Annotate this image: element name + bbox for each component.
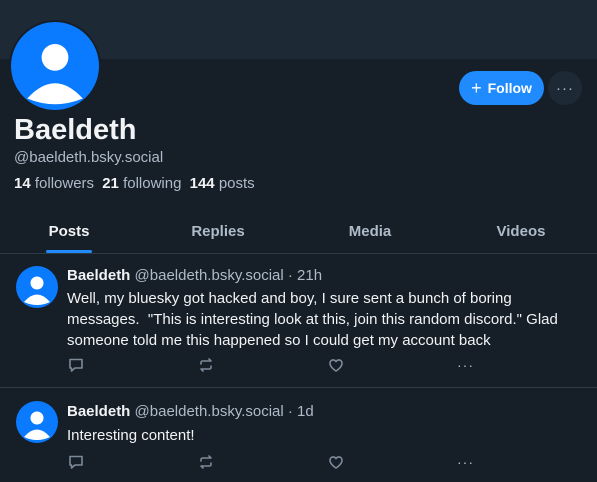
tab-replies[interactable]: Replies bbox=[168, 210, 268, 253]
following-count: 21 bbox=[102, 175, 119, 192]
following-label: following bbox=[123, 175, 182, 192]
post-more-icon[interactable]: ··· bbox=[457, 356, 475, 374]
plus-icon: + bbox=[471, 78, 482, 98]
tab-media[interactable]: Media bbox=[320, 210, 420, 253]
post-header: Baeldeth @baeldeth.bsky.social · 21h bbox=[67, 267, 322, 284]
follow-button-label: Follow bbox=[487, 80, 532, 96]
following-link[interactable]: 21 following bbox=[102, 175, 181, 192]
post-meta: @baeldeth.bsky.social · 1d bbox=[134, 403, 314, 420]
post-meta: @baeldeth.bsky.social · 21h bbox=[134, 267, 323, 284]
repost-icon[interactable] bbox=[197, 453, 215, 471]
profile-avatar[interactable] bbox=[9, 20, 101, 112]
default-avatar-icon bbox=[24, 411, 50, 440]
ellipsis-icon: ··· bbox=[556, 79, 574, 97]
posts-stat: 144 posts bbox=[190, 175, 255, 192]
post-header: Baeldeth @baeldeth.bsky.social · 1d bbox=[67, 403, 314, 420]
post-more-icon[interactable]: ··· bbox=[457, 453, 475, 471]
post-item[interactable]: Baeldeth @baeldeth.bsky.social · 1d Inte… bbox=[0, 388, 597, 482]
tab-posts[interactable]: Posts bbox=[19, 210, 119, 253]
reply-icon[interactable] bbox=[67, 356, 85, 374]
tab-videos[interactable]: Videos bbox=[471, 210, 571, 253]
like-icon[interactable] bbox=[327, 356, 345, 374]
post-author-avatar[interactable] bbox=[16, 266, 58, 308]
default-avatar-icon bbox=[27, 44, 83, 105]
post-author-name[interactable]: Baeldeth bbox=[67, 403, 130, 420]
followers-label: followers bbox=[34, 175, 95, 192]
followers-count: 14 bbox=[14, 175, 31, 192]
profile-display-name: Baeldeth bbox=[14, 114, 137, 146]
post-author-name[interactable]: Baeldeth bbox=[67, 267, 130, 284]
post-text: Well, my bluesky got hacked and boy, I s… bbox=[67, 290, 563, 349]
profile-handle: @baeldeth.bsky.social bbox=[14, 149, 164, 166]
post-author-avatar[interactable] bbox=[16, 401, 58, 443]
posts-label: posts bbox=[218, 175, 255, 192]
reply-icon[interactable] bbox=[67, 453, 85, 471]
post-item[interactable]: Baeldeth @baeldeth.bsky.social · 21h Wel… bbox=[0, 254, 597, 387]
profile-stats: 14 followers 21 following 144 posts bbox=[14, 175, 255, 192]
follow-button[interactable]: + Follow bbox=[459, 71, 544, 105]
profile-tabs: Posts Replies Media Videos bbox=[0, 210, 597, 253]
followers-link[interactable]: 14 followers bbox=[14, 175, 94, 192]
default-avatar-icon bbox=[24, 276, 50, 305]
repost-icon[interactable] bbox=[197, 356, 215, 374]
like-icon[interactable] bbox=[327, 453, 345, 471]
posts-count: 144 bbox=[189, 175, 215, 192]
more-options-button[interactable]: ··· bbox=[548, 71, 582, 105]
post-text: Interesting content! bbox=[67, 427, 195, 444]
